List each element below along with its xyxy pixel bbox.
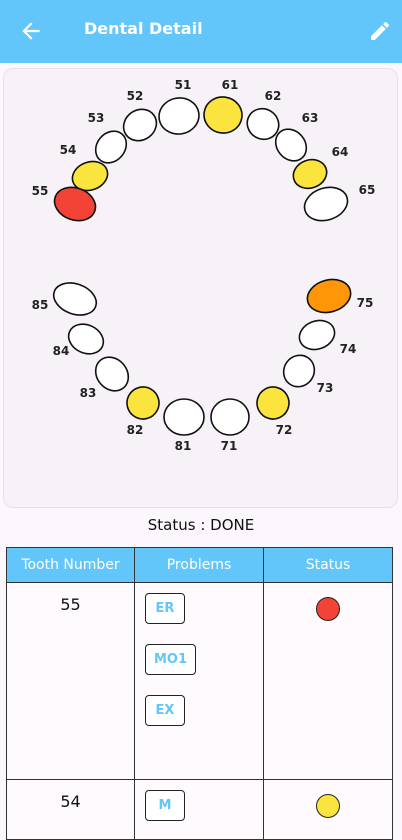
tooth-75[interactable] xyxy=(304,275,355,317)
tooth-72[interactable] xyxy=(251,381,295,425)
tooth-number-cell: 54 xyxy=(6,779,135,840)
tooth-label-64: 64 xyxy=(332,145,349,159)
page-title: Dental Detail xyxy=(84,19,203,38)
table-header-row: Tooth Number Problems Status xyxy=(6,547,393,583)
tooth-81[interactable] xyxy=(163,398,205,436)
tooth-84[interactable] xyxy=(64,319,108,360)
problem-chip[interactable]: EX xyxy=(145,695,185,726)
header-tooth-number: Tooth Number xyxy=(6,547,135,583)
tooth-51[interactable] xyxy=(156,95,202,137)
problem-chip[interactable]: ER xyxy=(145,593,185,624)
tooth-label-81: 81 xyxy=(175,439,192,453)
header-problems: Problems xyxy=(134,547,264,583)
arrow-left-icon[interactable] xyxy=(18,18,44,44)
tooth-label-55: 55 xyxy=(32,184,49,198)
status-cell xyxy=(263,582,393,780)
tooth-label-63: 63 xyxy=(302,111,319,125)
tooth-label-72: 72 xyxy=(276,423,293,437)
tooth-chart-card: 51 52 53 54 55 61 62 63 64 65 71 72 73 74 75 81 82 83 84 85 xyxy=(3,68,398,508)
tooth-label-83: 83 xyxy=(80,386,97,400)
tooth-label-82: 82 xyxy=(127,423,144,437)
tooth-label-84: 84 xyxy=(53,344,70,358)
tooth-82[interactable] xyxy=(121,381,165,425)
tooth-73[interactable] xyxy=(278,349,321,392)
table-row: 55 ER MO1 EX xyxy=(6,582,393,780)
problems-cell: ER MO1 EX xyxy=(134,582,264,780)
tooth-71[interactable] xyxy=(210,398,250,436)
tooth-label-85: 85 xyxy=(32,298,49,312)
tooth-label-65: 65 xyxy=(359,183,376,197)
tooth-85[interactable] xyxy=(49,277,101,320)
app-bar: Dental Detail xyxy=(0,0,402,63)
tooth-label-75: 75 xyxy=(357,296,374,310)
tooth-74[interactable] xyxy=(295,316,338,355)
tooth-label-51: 51 xyxy=(175,78,192,92)
status-text: Status : DONE xyxy=(147,516,255,534)
problem-chip[interactable]: MO1 xyxy=(145,644,197,675)
tooth-label-74: 74 xyxy=(340,342,357,356)
header-status: Status xyxy=(263,547,393,583)
tooth-label-53: 53 xyxy=(88,111,105,125)
problems-table: Tooth Number Problems Status 55 ER MO1 E… xyxy=(6,547,393,840)
tooth-label-61: 61 xyxy=(222,78,239,92)
status-dot xyxy=(316,597,340,621)
status-dot xyxy=(316,794,340,818)
tooth-label-52: 52 xyxy=(127,89,144,103)
problem-chip[interactable]: M xyxy=(145,790,185,821)
tooth-label-62: 62 xyxy=(265,89,282,103)
tooth-chart: 51 52 53 54 55 61 62 63 64 65 71 72 73 74 75 81 82 83 84 85 xyxy=(32,78,376,453)
tooth-61[interactable] xyxy=(202,95,245,136)
pencil-icon[interactable] xyxy=(368,19,392,43)
table-row: 54 M xyxy=(6,779,393,840)
tooth-label-54: 54 xyxy=(60,143,77,157)
tooth-label-71: 71 xyxy=(221,439,238,453)
status-cell xyxy=(263,779,393,840)
tooth-number-cell: 55 xyxy=(6,582,135,780)
problems-cell: M xyxy=(134,779,264,840)
tooth-label-73: 73 xyxy=(317,381,334,395)
